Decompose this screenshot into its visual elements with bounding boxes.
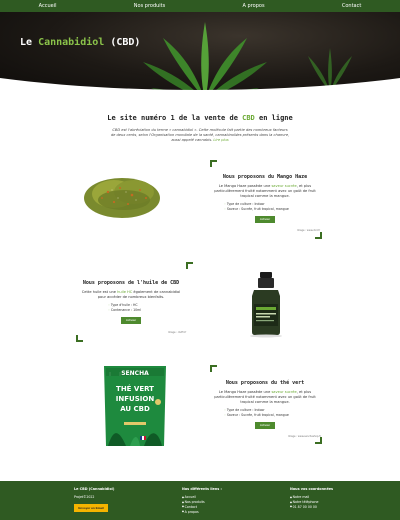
image-credit: Image : cbdfr.fr [168,331,187,334]
hero-title-accent: Cannabidiol [38,37,105,48]
green-tea-bag-image: SENCHA THÉ VERT INFUSION AU CBD [100,362,170,450]
send-email-button[interactable]: Envoyer un Email [74,504,108,513]
card-text-prefix: Le Mango Haze possède une [218,390,272,394]
buy-button[interactable]: Acheter [255,216,275,224]
nav-link-contact[interactable]: Contact [342,3,361,9]
mango-haze-image [78,162,166,224]
card-features-list: Type d'huile : HC Contenance : 10ml [108,303,184,313]
card-text-prefix: Cette huile est une [81,290,118,294]
intro-heading-accent: CBD [242,114,255,122]
product-card-huile: Nous proposons de l'huile de CBD Cette h… [78,280,184,325]
product-card-mango-haze: Nous proposons du Mango Haze Le Mango Ha… [212,174,318,224]
card3-corner-top [210,365,217,372]
card-text-prefix: Le Mango Haze possède une [218,184,272,188]
card-features-list: Type de culture : Indoor Saveur : Sucrée… [224,202,318,212]
intro-heading-suffix: en ligne [254,114,293,122]
top-nav: Accueil Nos produits A propos Contact [0,0,400,12]
card2-corner-top [186,262,193,269]
card1-corner-top [210,160,217,167]
nav-link-produits[interactable]: Nos produits [134,3,165,9]
card-features-list: Type de culture : Indoor Saveur : Sucrée… [224,408,318,418]
footer-links-title: Nos différents liens : [182,487,222,491]
footer-contact-title: Nous vos coordonnées [290,487,334,491]
card-text-accent: saveur sucrée [271,390,297,394]
cbd-oil-bottle-image [236,268,296,338]
hero-banner: Le Cannabidiol (CBD) [0,12,400,92]
hero-title: Le Cannabidiol (CBD) [20,37,140,48]
hero-title-suffix: (CBD) [104,37,141,48]
tea-line-1: THÉ VERT [116,385,154,393]
buy-button[interactable]: Acheter [255,422,275,430]
intro-read-more-link[interactable]: Lire plus [213,138,228,142]
intro-paragraph: CBD est l'abréviation du terme « cannabi… [110,128,290,144]
nav-link-apropos[interactable]: A propos [243,3,265,9]
card-text: Le Mango Haze possède une saveur sucrée,… [212,184,318,199]
card-text-accent: huile HC [117,290,133,294]
hero-title-prefix: Le [20,37,39,48]
buy-button[interactable]: Acheter [121,317,141,325]
footer-brand-sub: Projet©2022 [74,495,95,500]
hero-wave-divider [0,78,400,92]
card2-corner-bottom [76,335,83,342]
list-item: Contenance : 10ml [108,308,184,313]
intro-heading: Le site numéro 1 de la vente de CBD en l… [0,114,400,122]
card-title: Nous proposons du Mango Haze [222,174,308,180]
card-text: Le Mango Haze possède une saveur sucrée,… [212,390,318,405]
intro-paragraph-text: CBD est l'abréviation du terme « cannabi… [110,128,290,143]
site-footer: Le CBD (Cannabidiol) Projet©2022 Envoyer… [0,481,400,520]
product-card-the-vert: Nous proposons du thé vert Le Mango Haze… [212,380,318,430]
card-title: Nous proposons de l'huile de CBD [82,280,180,286]
tea-line-2: INFUSION [115,395,155,403]
footer-col-brand: Le CBD (Cannabidiol) Projet©2022 Envoyer… [74,487,115,513]
footer-link-apropos[interactable]: A propos [182,510,222,515]
list-item: Saveur : Sucrée, fruit tropical, mangue [224,207,318,212]
card1-corner-bottom [315,232,322,239]
footer-contact-line: 01 87 00 00 00 [290,505,333,510]
tea-brand: SENCHA [121,370,149,377]
intro-heading-prefix: Le site numéro 1 de la vente de [107,114,243,122]
card3-corner-bottom [315,437,322,444]
footer-col-links: Nos différents liens : Accueil Nos produ… [182,487,222,515]
card-text: Cette huile est une huile HC également d… [78,290,184,300]
card-text-accent: saveur sucrée [271,184,297,188]
list-item: Saveur : Sucrée, fruit tropical, mangue [224,413,318,418]
card-title: Nous proposons du thé vert [225,380,305,386]
nav-link-accueil[interactable]: Accueil [39,3,57,9]
footer-col-contact: Nous vos coordonnées Notre mail Notre té… [290,487,333,510]
tea-line-3: AU CBD [120,405,150,413]
footer-brand-title: Le CBD (Cannabidiol) [74,487,115,491]
